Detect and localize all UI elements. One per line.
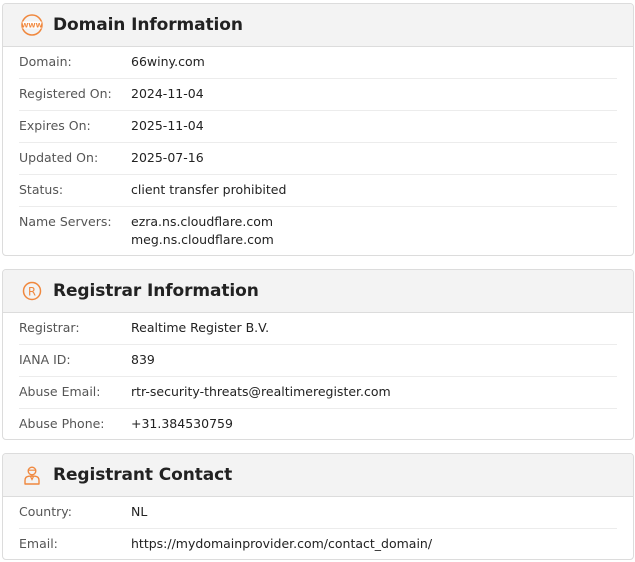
row-label: IANA ID: — [19, 352, 71, 367]
svg-text:R: R — [28, 284, 36, 298]
country-value: NL — [131, 504, 148, 519]
row-label: Country: — [19, 504, 72, 519]
name-server-2: meg.ns.cloudflare.com — [131, 232, 274, 247]
registrant-contact-card: Registrant Contact Country: NL Email: ht… — [2, 453, 634, 560]
country-row: Country: NL — [19, 497, 617, 529]
registered-on-row: Registered On: 2024-11-04 — [19, 79, 617, 111]
name-servers-row: Name Servers: ezra.ns.cloudflare.com meg… — [19, 207, 617, 255]
email-value: https://mydomainprovider.com/contact_dom… — [131, 536, 433, 551]
registrant-contact-title: Registrant Contact — [53, 465, 233, 485]
svg-text:WWW: WWW — [21, 22, 43, 30]
domain-row: Domain: 66winy.com — [19, 47, 617, 79]
iana-id-value: 839 — [131, 352, 155, 367]
row-label: Status: — [19, 182, 64, 197]
domain-information-title: Domain Information — [53, 15, 243, 35]
abuse-phone-value: +31.384530759 — [131, 416, 233, 431]
abuse-email-value: rtr-security-threats@realtimeregister.co… — [131, 384, 391, 399]
name-servers-value: ezra.ns.cloudflare.com meg.ns.cloudflare… — [131, 213, 274, 249]
registrar-information-title: Registrar Information — [53, 281, 259, 301]
status-row: Status: client transfer prohibited — [19, 175, 617, 207]
row-label: Name Servers: — [19, 214, 112, 229]
row-label: Expires On: — [19, 118, 91, 133]
registrar-value: Realtime Register B.V. — [131, 320, 270, 335]
user-icon — [20, 463, 44, 487]
row-label: Updated On: — [19, 150, 99, 165]
row-label: Email: — [19, 536, 58, 551]
domain-information-card: WWW Domain Information Domain: 66winy.co… — [2, 3, 634, 256]
updated-on-row: Updated On: 2025-07-16 — [19, 143, 617, 175]
registrant-contact-header: Registrant Contact — [3, 454, 633, 497]
registrar-row: Registrar: Realtime Register B.V. — [19, 313, 617, 345]
domain-value: 66winy.com — [131, 54, 205, 69]
expires-on-row: Expires On: 2025-11-04 — [19, 111, 617, 143]
registrar-information-header: R Registrar Information — [3, 270, 633, 313]
row-label: Domain: — [19, 54, 72, 69]
row-label: Registrar: — [19, 320, 80, 335]
status-value: client transfer prohibited — [131, 182, 287, 197]
registrar-information-card: R Registrar Information Registrar: Realt… — [2, 269, 634, 440]
registered-icon: R — [20, 279, 44, 303]
domain-information-header: WWW Domain Information — [3, 4, 633, 47]
abuse-phone-row: Abuse Phone: +31.384530759 — [19, 409, 617, 439]
updated-on-value: 2025-07-16 — [131, 150, 204, 165]
abuse-email-row: Abuse Email: rtr-security-threats@realti… — [19, 377, 617, 409]
expires-on-value: 2025-11-04 — [131, 118, 204, 133]
row-label: Abuse Phone: — [19, 416, 105, 431]
www-globe-icon: WWW — [20, 13, 44, 37]
iana-id-row: IANA ID: 839 — [19, 345, 617, 377]
email-row: Email: https://mydomainprovider.com/cont… — [19, 529, 617, 559]
name-server-1: ezra.ns.cloudflare.com — [131, 214, 274, 229]
row-label: Abuse Email: — [19, 384, 101, 399]
row-label: Registered On: — [19, 86, 112, 101]
registered-on-value: 2024-11-04 — [131, 86, 204, 101]
